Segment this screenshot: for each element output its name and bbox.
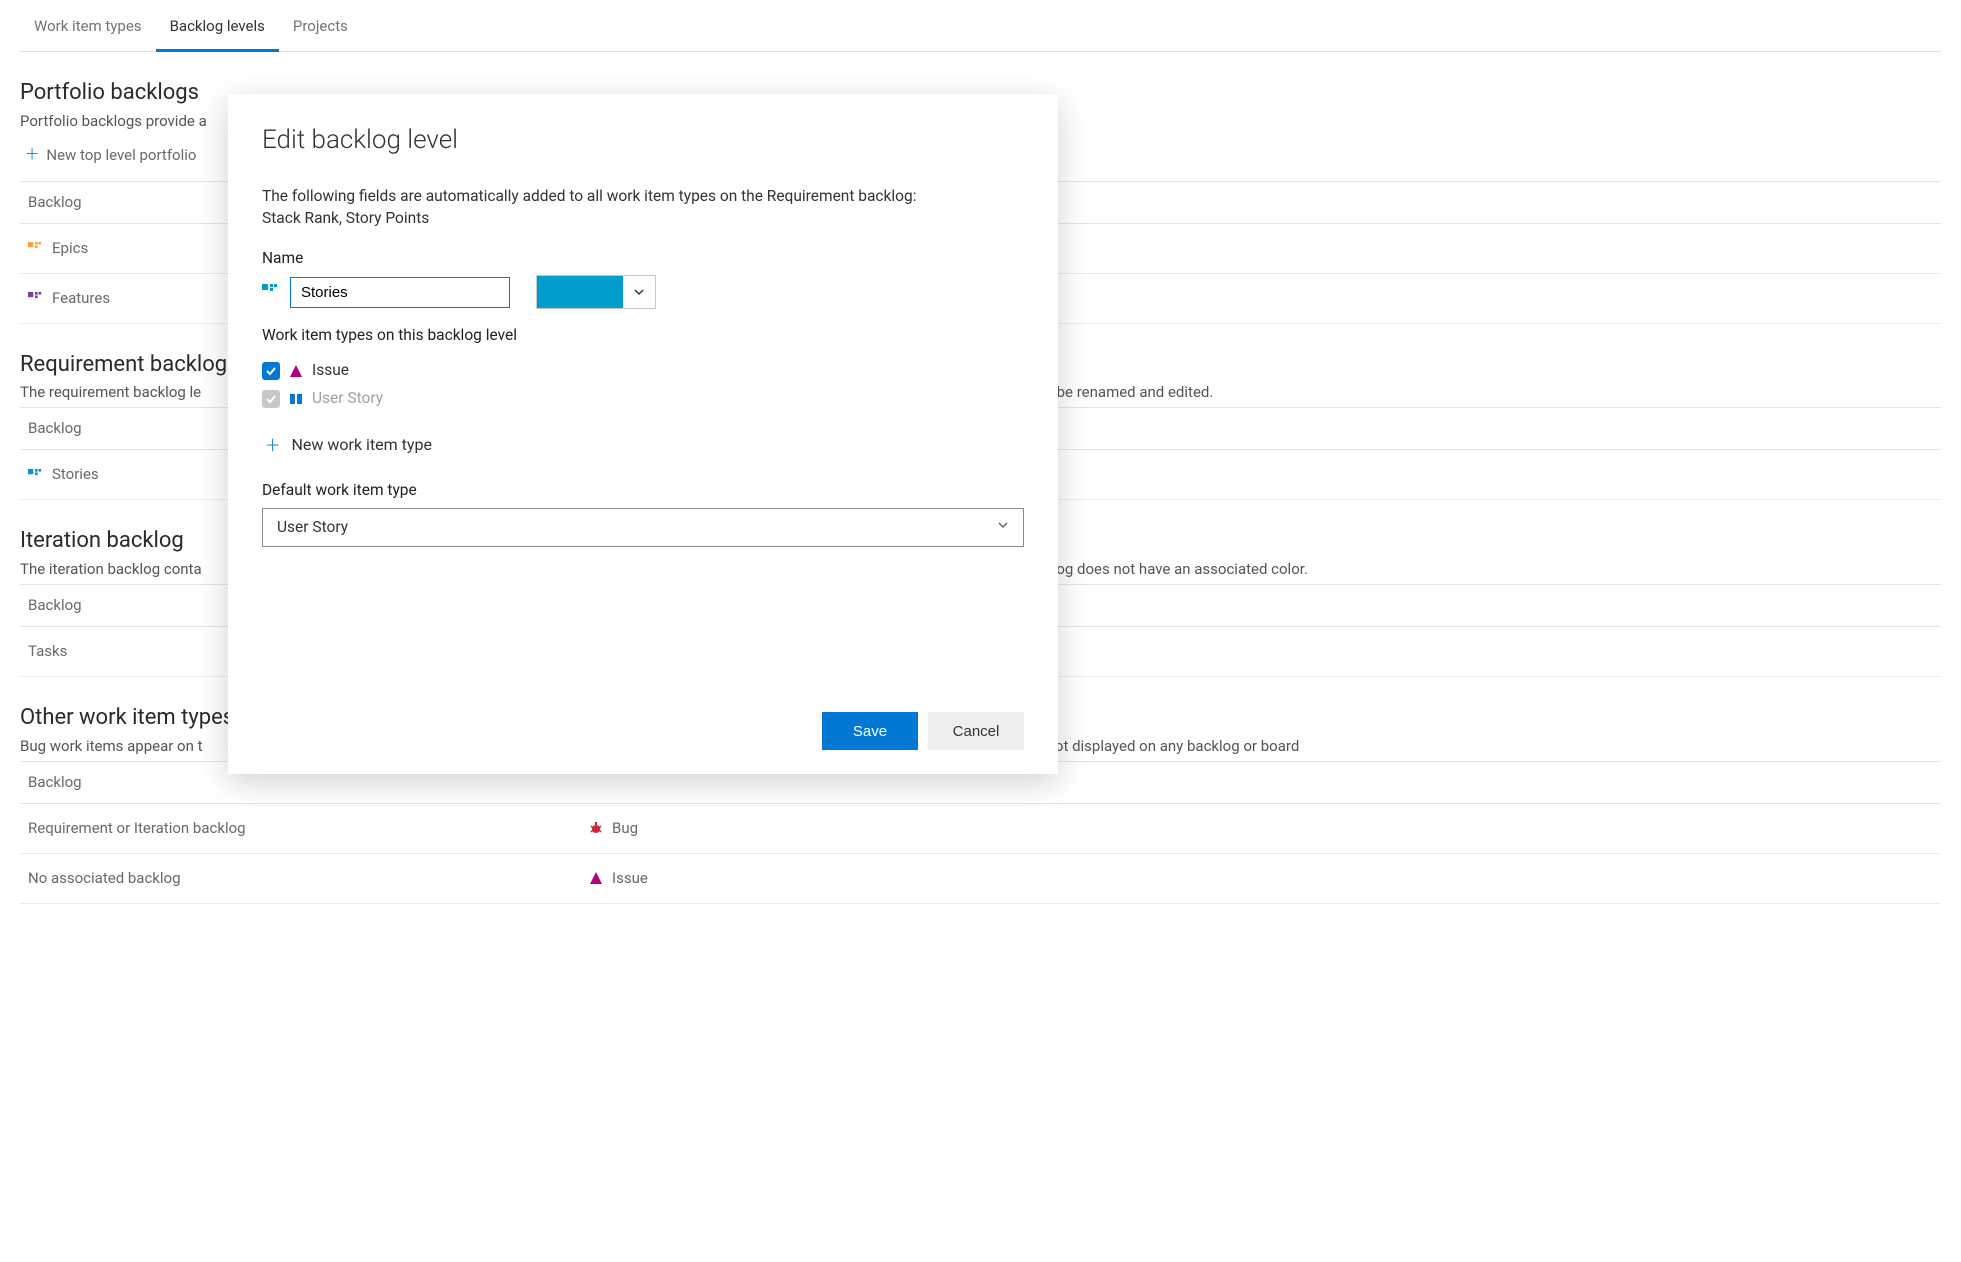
dialog-title: Edit backlog level xyxy=(262,122,1024,158)
wit-section-label: Work item types on this backlog level xyxy=(262,325,1024,347)
plus-icon: + xyxy=(266,429,280,463)
add-portfolio-label: New top level portfolio xyxy=(46,145,196,166)
wit-label: User Story xyxy=(312,388,383,410)
name-input[interactable] xyxy=(290,277,510,308)
row-label: Features xyxy=(52,288,110,309)
info-line: The following fields are automatically a… xyxy=(262,186,1024,208)
checkbox-checked-disabled xyxy=(262,390,280,408)
row-label: No associated backlog xyxy=(28,868,181,889)
row-label: Epics xyxy=(52,238,88,259)
list-item[interactable]: No associated backlog Issue xyxy=(20,854,1941,904)
edit-backlog-level-dialog: Edit backlog level The following fields … xyxy=(228,94,1058,774)
row-label: Requirement or Iteration backlog xyxy=(28,818,246,839)
default-wit-label: Default work item type xyxy=(262,480,1024,502)
wit-label: Issue xyxy=(612,868,648,889)
chevron-down-icon xyxy=(997,519,1009,536)
desc-part: Bug work items appear on t xyxy=(20,737,203,755)
chevron-down-icon[interactable] xyxy=(623,276,655,308)
backlog-icon xyxy=(262,284,278,300)
desc-part: The iteration backlog conta xyxy=(20,560,202,578)
color-picker[interactable] xyxy=(536,275,656,309)
tab-work-item-types[interactable]: Work item types xyxy=(20,6,156,51)
issue-icon xyxy=(588,870,604,886)
issue-icon xyxy=(288,363,304,379)
plus-icon: + xyxy=(26,140,38,171)
tab-projects[interactable]: Projects xyxy=(279,6,362,51)
new-wit-label: New work item type xyxy=(292,434,432,456)
backlog-icon xyxy=(28,241,42,255)
save-button[interactable]: Save xyxy=(822,712,918,750)
wit-label: Issue xyxy=(312,360,349,382)
desc-part: acklog does not have an associated color… xyxy=(1029,560,1308,578)
wit-row-issue[interactable]: Issue xyxy=(262,357,1024,385)
backlog-icon xyxy=(28,468,42,482)
list-item[interactable]: Requirement or Iteration backlog Bug xyxy=(20,804,1941,854)
wit-row-user-story: User Story xyxy=(262,385,1024,413)
dialog-info: The following fields are automatically a… xyxy=(262,186,1024,229)
color-swatch xyxy=(537,276,623,308)
row-label: Stories xyxy=(52,464,99,485)
bug-icon xyxy=(588,820,604,836)
default-wit-select[interactable]: User Story xyxy=(262,508,1024,548)
book-icon xyxy=(288,391,304,407)
cancel-button[interactable]: Cancel xyxy=(928,712,1024,750)
wit-label: Bug xyxy=(612,818,638,839)
backlog-icon xyxy=(28,291,42,305)
tabs: Work item types Backlog levels Projects xyxy=(20,6,1941,52)
select-value: User Story xyxy=(277,517,348,539)
desc-part: The requirement backlog le xyxy=(20,383,201,401)
info-line: Stack Rank, Story Points xyxy=(262,208,1024,230)
row-label: Tasks xyxy=(28,641,67,662)
name-label: Name xyxy=(262,248,1024,270)
desc-part: re not displayed on any backlog or board xyxy=(1030,737,1299,755)
checkbox-checked[interactable] xyxy=(262,362,280,380)
new-work-item-type[interactable]: + New work item type xyxy=(262,419,1024,481)
tab-backlog-levels[interactable]: Backlog levels xyxy=(156,6,279,52)
